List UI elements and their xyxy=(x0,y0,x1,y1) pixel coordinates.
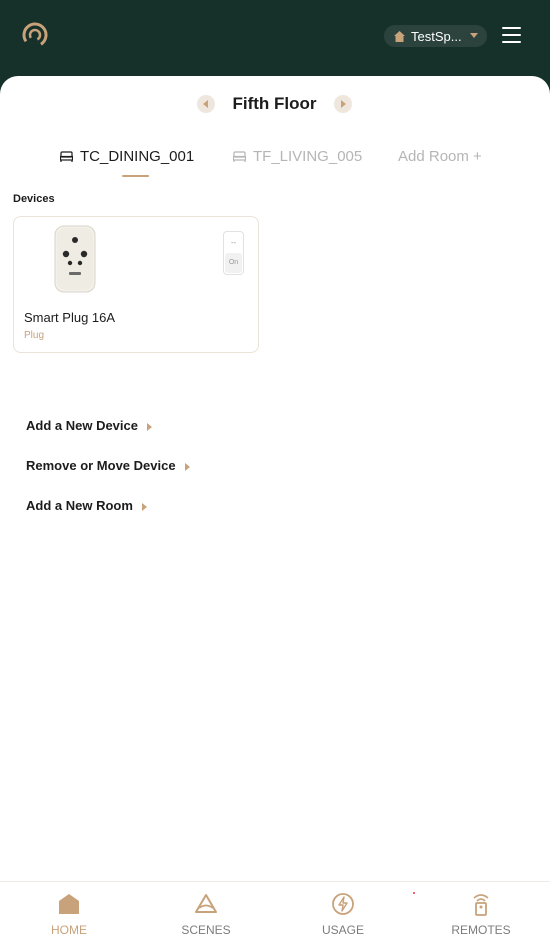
notification-dot xyxy=(413,892,415,894)
room-tab-label: TC_DINING_001 xyxy=(80,148,195,165)
device-card-smart-plug[interactable]: -- On Smart Plug 16A Plug xyxy=(13,216,259,353)
nav-scenes-label: SCENES xyxy=(181,923,231,937)
add-device-label: Add a New Device xyxy=(26,418,138,433)
home-icon xyxy=(59,894,79,914)
lightning-icon xyxy=(332,893,354,915)
next-floor-icon[interactable] xyxy=(334,95,352,113)
active-tab-indicator xyxy=(122,175,149,177)
remove-move-device-link[interactable]: Remove or Move Device xyxy=(26,458,190,473)
add-room-label: Add a New Room xyxy=(26,498,133,513)
devices-section-label: Devices xyxy=(13,193,55,205)
room-tab-label: TF_LIVING_005 xyxy=(253,148,363,165)
chevron-down-icon xyxy=(470,33,478,38)
nav-usage-label: USAGE xyxy=(321,923,364,937)
home-selector[interactable]: TestSp... xyxy=(384,25,487,47)
nav-usage[interactable]: USAGE xyxy=(303,882,383,944)
chevron-right-icon xyxy=(147,423,152,431)
hamburger-menu-icon[interactable] xyxy=(502,27,521,44)
chevron-right-icon xyxy=(184,463,190,471)
room-tab-tc-dining-001[interactable]: TC_DINING_001 xyxy=(60,148,194,165)
add-device-link[interactable]: Add a New Device xyxy=(26,418,152,433)
smart-plug-image xyxy=(54,225,96,293)
remote-icon xyxy=(473,894,489,916)
house-icon xyxy=(394,30,405,42)
add-room-tab[interactable]: Add Room + xyxy=(398,148,482,165)
remove-move-device-label: Remove or Move Device xyxy=(26,458,176,473)
device-name: Smart Plug 16A xyxy=(24,310,116,325)
floor-navigator: Fifth Floor xyxy=(0,92,550,116)
add-room-link[interactable]: Add a New Room xyxy=(26,498,147,513)
nav-home[interactable]: HOME xyxy=(29,882,109,944)
bed-icon xyxy=(60,151,73,162)
bottom-nav: HOME SCENES USAGE REMOTES xyxy=(0,881,550,944)
chevron-right-icon xyxy=(141,503,147,511)
device-power-toggle[interactable]: -- On xyxy=(223,231,244,275)
toggle-off-label: -- xyxy=(230,238,237,247)
main-panel: Fifth Floor TC_DINING_001 TF_LIVING_005 … xyxy=(0,76,550,944)
app-logo-icon[interactable] xyxy=(22,22,48,48)
previous-floor-icon[interactable] xyxy=(197,95,215,113)
scenes-icon xyxy=(195,894,217,913)
nav-remotes[interactable]: REMOTES xyxy=(441,882,521,944)
home-name: TestSp... xyxy=(411,28,461,44)
room-tab-tf-living-005[interactable]: TF_LIVING_005 xyxy=(233,148,362,165)
device-type: Plug xyxy=(24,330,45,341)
bed-icon xyxy=(233,151,246,162)
toggle-on-label: On xyxy=(225,253,242,273)
floor-title: Fifth Floor xyxy=(232,94,317,113)
nav-remotes-label: REMOTES xyxy=(451,923,511,937)
nav-scenes[interactable]: SCENES xyxy=(166,882,246,944)
nav-home-label: HOME xyxy=(51,923,87,937)
